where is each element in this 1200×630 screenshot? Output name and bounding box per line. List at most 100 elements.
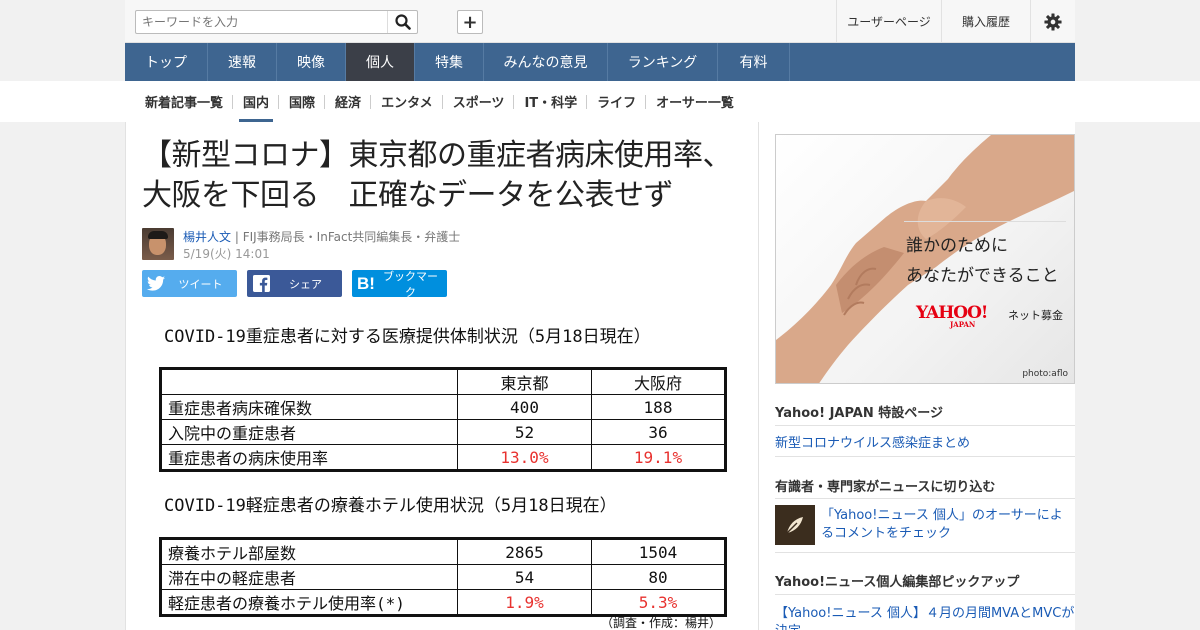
cell-tokyo: 54 (457, 564, 592, 590)
top-links: ユーザーページ 購入履歴 (836, 0, 1075, 43)
table1-title: COVID-19重症患者に対する医療提供体制状況（5月18日現在） (164, 327, 651, 347)
settings-button[interactable] (1030, 0, 1075, 43)
covid-summary-link[interactable]: 新型コロナウイルス感染症まとめ (775, 432, 970, 451)
severe-bed-table: 東京都 大阪府 重症患者病床確保数 400 188 入院中の重症患者 52 36… (159, 367, 727, 472)
col-tokyo: 東京都 (457, 368, 592, 395)
table2-title: COVID-19軽症患者の療養ホテル使用状況（5月18日現在） (164, 496, 617, 516)
nav-feature[interactable]: 特集 (415, 43, 484, 81)
subnav-authors[interactable]: オーサー一覧 (646, 81, 744, 122)
cell-osaka: 5.3% (591, 589, 726, 616)
sidebar-section3-title: Yahoo!ニュース個人編集部ピックアップ (775, 575, 1020, 590)
nav-video[interactable]: 映像 (277, 43, 346, 81)
cell-osaka: 188 (591, 394, 726, 420)
author-comment-link[interactable]: 「Yahoo!ニュース 個人」のオーサーによるコメントをチェック (821, 507, 1071, 543)
ad-photo-credit: photo:aflo (1022, 369, 1068, 379)
user-page-link[interactable]: ユーザーページ (836, 0, 941, 43)
nav-breaking[interactable]: 速報 (208, 43, 277, 81)
search-box (135, 10, 418, 34)
mva-announcement-link[interactable]: 【Yahoo!ニュース 個人】４月の月間MVAとMVCが決定 (775, 605, 1075, 630)
article-title: 【新型コロナ】東京都の重症者病床使用率、 大阪を下回る 正確なデータを公表せず (142, 136, 742, 216)
table-row: 軽症患者の療養ホテル使用率(*) 1.9% 5.3% (160, 589, 726, 616)
subnav-it-science[interactable]: IT・科学 (514, 81, 588, 122)
facebook-share-button[interactable]: シェア (247, 270, 342, 297)
figure-credit: （調査・作成：楊井） (601, 616, 722, 630)
sub-nav: 新着記事一覧 国内 国際 経済 エンタメ スポーツ IT・科学 ライフ オーサー… (0, 81, 1200, 122)
cell-tokyo: 2865 (457, 538, 592, 565)
twitter-icon (147, 276, 165, 291)
subnav-life[interactable]: ライフ (587, 81, 647, 122)
cell-tokyo: 52 (457, 419, 592, 445)
row-label: 療養ホテル部屋数 (160, 538, 458, 565)
table-row: 重症患者の病床使用率 13.0% 19.1% (160, 444, 726, 471)
hotel-usage-table: 療養ホテル部屋数 2865 1504 滞在中の軽症患者 54 80 軽症患者の療… (159, 537, 727, 617)
row-label: 重症患者病床確保数 (160, 394, 458, 420)
plus-icon: + (462, 11, 478, 33)
facebook-share-label: シェア (289, 277, 322, 291)
subnav-entertainment[interactable]: エンタメ (371, 81, 443, 122)
subnav-label: エンタメ (381, 96, 433, 111)
article: 【新型コロナ】東京都の重症者病床使用率、 大阪を下回る 正確なデータを公表せず … (125, 122, 759, 630)
subnav-economy[interactable]: 経済 (325, 81, 372, 122)
nav-personal[interactable]: 個人 (346, 43, 415, 81)
add-button[interactable]: + (457, 10, 483, 34)
pen-icon (775, 505, 815, 545)
subnav-label: 新着記事一覧 (145, 96, 224, 111)
ad-headline-line2: あなたができること (906, 266, 1059, 286)
nav-paid[interactable]: 有料 (718, 43, 790, 81)
search-icon (394, 14, 411, 30)
subnav-sports[interactable]: スポーツ (443, 81, 515, 122)
nav-ranking[interactable]: ランキング (608, 43, 718, 81)
subnav-label: スポーツ (452, 96, 505, 111)
hatena-bookmark-button[interactable]: B! ブックマーク (352, 269, 447, 299)
cell-osaka: 1504 (591, 538, 726, 565)
nav-top[interactable]: トップ (125, 43, 208, 81)
row-label: 入院中の重症患者 (160, 419, 458, 445)
subnav-label: IT・科学 (524, 96, 578, 111)
subnav-label: 経済 (335, 96, 362, 111)
facebook-icon (252, 275, 270, 292)
article-title-line1: 【新型コロナ】東京都の重症者病床使用率、 (142, 138, 733, 173)
divider (775, 498, 1075, 499)
cell-osaka: 80 (591, 564, 726, 590)
subnav-label: 国内 (243, 96, 270, 111)
table-row: 滞在中の軽症患者 54 80 (160, 564, 726, 590)
ad-divider (904, 221, 1066, 222)
subnav-label: ライフ (597, 96, 637, 111)
author-avatar[interactable] (142, 228, 174, 260)
cell-tokyo: 400 (457, 394, 592, 420)
author-line: 楊井人文 | FIJ事務局長・InFact共同編集長・弁護士 (183, 228, 460, 245)
divider (775, 425, 1075, 426)
row-label: 軽症患者の療養ホテル使用率(*) (160, 589, 458, 616)
main-nav: トップ 速報 映像 個人 特集 みんなの意見 ランキング 有料 (125, 43, 1075, 81)
subnav-domestic[interactable]: 国内 (233, 81, 280, 122)
tweet-button[interactable]: ツイート (142, 270, 237, 297)
cell-osaka: 36 (591, 419, 726, 445)
article-date: 5/19(火) 14:01 (183, 247, 270, 261)
table-header-blank (160, 368, 458, 395)
hatena-bookmark-label: ブックマーク (383, 269, 438, 299)
subnav-label: 国際 (289, 96, 316, 111)
nav-opinions[interactable]: みんなの意見 (484, 43, 608, 81)
row-label: 滞在中の軽症患者 (160, 564, 458, 590)
author-title: FIJ事務局長・InFact共同編集長・弁護士 (242, 230, 461, 244)
table-row: 療養ホテル部屋数 2865 1504 (160, 538, 726, 565)
table-row: 重症患者病床確保数 400 188 (160, 394, 726, 420)
sidebar: 誰かのために あなたができること YAHOO! JAPAN ネット募金 photo… (759, 122, 1075, 630)
yahoo-logo: YAHOO! JAPAN (916, 303, 988, 329)
author-name[interactable]: 楊井人文 (183, 230, 231, 244)
cell-tokyo: 1.9% (457, 589, 592, 616)
subnav-label: オーサー一覧 (656, 96, 734, 111)
purchase-history-link[interactable]: 購入履歴 (941, 0, 1030, 43)
search-button[interactable] (387, 11, 417, 33)
cell-osaka: 19.1% (591, 444, 726, 471)
divider (775, 552, 1075, 553)
article-title-line2: 大阪を下回る 正確なデータを公表せず (142, 178, 674, 213)
donation-ad-banner[interactable]: 誰かのために あなたができること YAHOO! JAPAN ネット募金 photo… (775, 134, 1075, 384)
top-bar: + ユーザーページ 購入履歴 (125, 0, 1075, 43)
divider (775, 456, 1075, 457)
subnav-latest[interactable]: 新着記事一覧 (135, 81, 234, 122)
subnav-international[interactable]: 国際 (279, 81, 326, 122)
tweet-label: ツイート (178, 277, 223, 291)
sidebar-section2-title: 有識者・専門家がニュースに切り込む (775, 480, 996, 495)
search-input[interactable] (136, 11, 387, 33)
